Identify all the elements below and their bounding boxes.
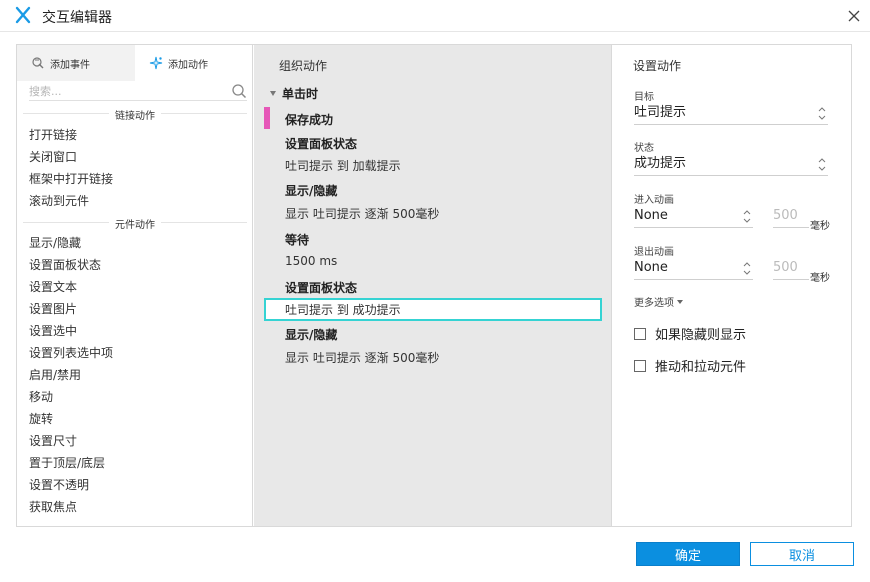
- widget-actions-list: 显示/隐藏 设置面板状态 设置文本 设置图片 设置选中 设置列表选中项 启用/禁…: [29, 232, 249, 518]
- updown-arrow-icon: [743, 262, 751, 275]
- organize-actions-title: 组织动作: [279, 59, 328, 73]
- state-label: 状态: [634, 143, 654, 154]
- section-link-actions: 链接动作: [23, 107, 247, 122]
- ok-button[interactable]: 确定: [636, 542, 740, 566]
- checkbox-box[interactable]: [634, 327, 646, 340]
- action-close-window[interactable]: 关闭窗口: [29, 146, 249, 168]
- editor-frame: 添加事件 添加动作 链接动作 打开链接 关闭窗口 框架中: [16, 44, 852, 527]
- checkbox-box[interactable]: [634, 359, 646, 372]
- configure-action-panel: 设置动作 目标 吐司提示 状态 成功提示 进入动画 None 500 毫秒 退出…: [613, 45, 851, 526]
- show-if-hidden-checkbox[interactable]: 如果隐藏则显示: [634, 324, 746, 343]
- search-box: [29, 83, 247, 101]
- add-event-icon: [32, 57, 44, 69]
- action-4-name[interactable]: 设置面板状态: [285, 279, 357, 296]
- link-actions-list: 打开链接 关闭窗口 框架中打开链接 滚动到元件: [29, 124, 249, 212]
- case-marker: [264, 107, 270, 129]
- push-pull-checkbox[interactable]: 推动和拉动元件: [634, 356, 746, 375]
- case-name[interactable]: 保存成功: [285, 111, 333, 128]
- action-set-panel-state[interactable]: 设置面板状态: [29, 254, 249, 276]
- add-action-icon: [149, 56, 163, 70]
- updown-arrow-icon: [818, 107, 826, 120]
- collapse-triangle-icon[interactable]: [270, 91, 276, 96]
- enter-animation-value: None: [634, 208, 668, 223]
- tab-add-action-label: 添加动作: [168, 59, 208, 71]
- action-library-panel: 添加事件 添加动作 链接动作 打开链接 关闭窗口 框架中: [17, 45, 253, 526]
- title-bar: 交互编辑器: [0, 0, 870, 32]
- exit-duration-input[interactable]: 500: [773, 258, 809, 280]
- tab-add-action[interactable]: 添加动作: [135, 45, 252, 81]
- action-3-name[interactable]: 等待: [285, 231, 309, 248]
- search-input[interactable]: [29, 83, 219, 99]
- section-link-actions-label: 链接动作: [109, 107, 161, 122]
- enter-animation-label: 进入动画: [634, 195, 674, 206]
- axure-logo-icon: [15, 6, 31, 24]
- target-select[interactable]: 吐司提示: [634, 103, 828, 125]
- action-4-detail[interactable]: 吐司提示 到 成功提示: [285, 301, 401, 318]
- target-label: 目标: [634, 92, 654, 103]
- more-options-toggle[interactable]: 更多选项: [634, 294, 683, 309]
- enter-duration-unit: 毫秒: [810, 221, 830, 232]
- organize-actions-panel: 组织动作 单击时 保存成功 设置面板状态 吐司提示 到 加载提示 显示/隐藏 显…: [254, 45, 612, 526]
- window-title: 交互编辑器: [42, 10, 112, 26]
- exit-duration-unit: 毫秒: [810, 273, 830, 284]
- action-set-opacity[interactable]: 设置不透明: [29, 474, 249, 496]
- action-3-detail[interactable]: 1500 ms: [285, 254, 337, 268]
- library-tabs: 添加事件 添加动作: [17, 45, 252, 81]
- action-move[interactable]: 移动: [29, 386, 249, 408]
- enter-duration-input[interactable]: 500: [773, 206, 809, 228]
- tab-add-event-label: 添加事件: [50, 59, 90, 71]
- action-set-size[interactable]: 设置尺寸: [29, 430, 249, 452]
- exit-animation-select[interactable]: None: [634, 258, 753, 280]
- more-options-label: 更多选项: [634, 298, 674, 309]
- target-value: 吐司提示: [634, 105, 687, 120]
- action-bring-front-back[interactable]: 置于顶层/底层: [29, 452, 249, 474]
- search-icon[interactable]: [231, 83, 247, 99]
- action-set-selected[interactable]: 设置选中: [29, 320, 249, 342]
- action-focus[interactable]: 获取焦点: [29, 496, 249, 518]
- section-widget-actions-label: 元件动作: [109, 216, 161, 231]
- action-set-text[interactable]: 设置文本: [29, 276, 249, 298]
- action-5-detail[interactable]: 显示 吐司提示 逐渐 500毫秒: [285, 349, 439, 366]
- exit-animation-label: 退出动画: [634, 247, 674, 258]
- action-open-link[interactable]: 打开链接: [29, 124, 249, 146]
- exit-animation-value: None: [634, 260, 668, 275]
- configure-action-title: 设置动作: [633, 59, 682, 73]
- action-2-name[interactable]: 显示/隐藏: [285, 182, 337, 199]
- cancel-button[interactable]: 取消: [750, 542, 854, 566]
- section-widget-actions: 元件动作: [23, 216, 247, 231]
- state-select[interactable]: 成功提示: [634, 154, 828, 176]
- updown-arrow-icon: [743, 210, 751, 223]
- action-enable-disable[interactable]: 启用/禁用: [29, 364, 249, 386]
- updown-arrow-icon: [818, 158, 826, 171]
- show-if-hidden-label: 如果隐藏则显示: [655, 328, 747, 343]
- action-set-image[interactable]: 设置图片: [29, 298, 249, 320]
- close-icon[interactable]: [844, 6, 864, 26]
- action-open-link-in-frame[interactable]: 框架中打开链接: [29, 168, 249, 190]
- action-set-list-selection[interactable]: 设置列表选中项: [29, 342, 249, 364]
- action-5-name[interactable]: 显示/隐藏: [285, 326, 337, 343]
- enter-animation-select[interactable]: None: [634, 206, 753, 228]
- action-show-hide[interactable]: 显示/隐藏: [29, 232, 249, 254]
- action-1-detail[interactable]: 吐司提示 到 加载提示: [285, 157, 401, 174]
- event-label: 单击时: [282, 87, 319, 101]
- event-onclick[interactable]: 单击时: [270, 85, 318, 102]
- state-value: 成功提示: [634, 156, 687, 171]
- chevron-down-icon: [677, 299, 683, 304]
- action-1-name[interactable]: 设置面板状态: [285, 135, 357, 152]
- action-2-detail[interactable]: 显示 吐司提示 逐渐 500毫秒: [285, 205, 439, 222]
- push-pull-label: 推动和拉动元件: [655, 360, 747, 375]
- tab-add-event[interactable]: 添加事件: [17, 45, 135, 81]
- action-rotate[interactable]: 旋转: [29, 408, 249, 430]
- action-scroll-to-widget[interactable]: 滚动到元件: [29, 190, 249, 212]
